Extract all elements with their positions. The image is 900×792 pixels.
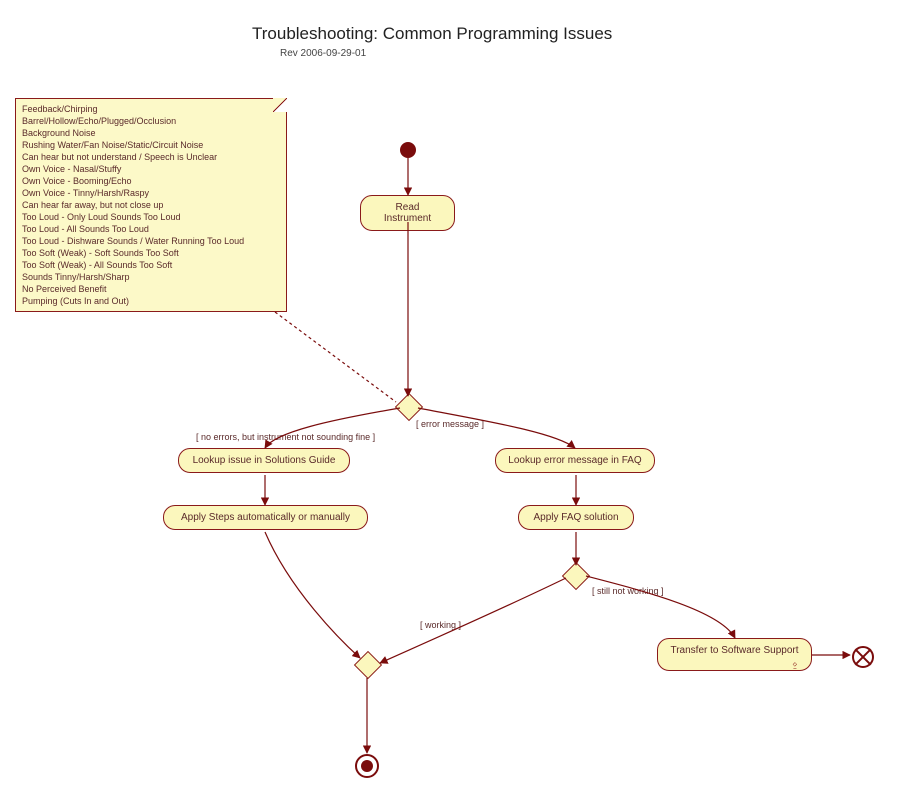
activity-transfer-support: Transfer to Software Support bbox=[657, 638, 812, 671]
note-line: Sounds Tinny/Harsh/Sharp bbox=[22, 271, 280, 283]
note-line: Own Voice - Nasal/Stuffy bbox=[22, 163, 280, 175]
guard-error-message: [ error message ] bbox=[416, 419, 484, 429]
note-line: No Perceived Benefit bbox=[22, 283, 280, 295]
activity-apply-faq: Apply FAQ solution bbox=[518, 505, 634, 530]
note-line: Can hear but not understand / Speech is … bbox=[22, 151, 280, 163]
note-line: Too Loud - Dishware Sounds / Water Runni… bbox=[22, 235, 280, 247]
final-node bbox=[355, 754, 379, 778]
rake-icon: ⍚ bbox=[792, 658, 798, 671]
guard-still-not-working: [ still not working ] bbox=[592, 586, 664, 596]
note-line: Feedback/Chirping bbox=[22, 103, 280, 115]
note-line: Can hear far away, but not close up bbox=[22, 199, 280, 211]
guard-working: [ working ] bbox=[420, 620, 461, 630]
note-line: Own Voice - Tinny/Harsh/Raspy bbox=[22, 187, 280, 199]
decision-after-faq bbox=[562, 562, 590, 590]
note-line: Too Soft (Weak) - All Sounds Too Soft bbox=[22, 259, 280, 271]
note-line: Background Noise bbox=[22, 127, 280, 139]
decision-main bbox=[395, 393, 423, 421]
initial-node bbox=[400, 142, 416, 158]
guard-no-errors: [ no errors, but instrument not sounding… bbox=[196, 432, 375, 442]
note-line: Barrel/Hollow/Echo/Plugged/Occlusion bbox=[22, 115, 280, 127]
revision-label: Rev 2006-09-29-01 bbox=[280, 48, 366, 59]
note-line: Pumping (Cuts In and Out) bbox=[22, 295, 280, 307]
activity-lookup-solutions-guide: Lookup issue in Solutions Guide bbox=[178, 448, 350, 473]
note-line: Too Loud - Only Loud Sounds Too Loud bbox=[22, 211, 280, 223]
note-line: Too Loud - All Sounds Too Loud bbox=[22, 223, 280, 235]
activity-read-instrument: Read Instrument bbox=[360, 195, 455, 231]
flow-final-node bbox=[852, 646, 874, 668]
note-line: Own Voice - Booming/Echo bbox=[22, 175, 280, 187]
merge-node bbox=[354, 651, 382, 679]
activity-lookup-faq: Lookup error message in FAQ bbox=[495, 448, 655, 473]
page-title: Troubleshooting: Common Programming Issu… bbox=[252, 24, 612, 44]
note-line: Too Soft (Weak) - Soft Sounds Too Soft bbox=[22, 247, 280, 259]
issues-note: Feedback/Chirping Barrel/Hollow/Echo/Plu… bbox=[15, 98, 287, 312]
activity-apply-steps: Apply Steps automatically or manually bbox=[163, 505, 368, 530]
note-line: Rushing Water/Fan Noise/Static/Circuit N… bbox=[22, 139, 280, 151]
